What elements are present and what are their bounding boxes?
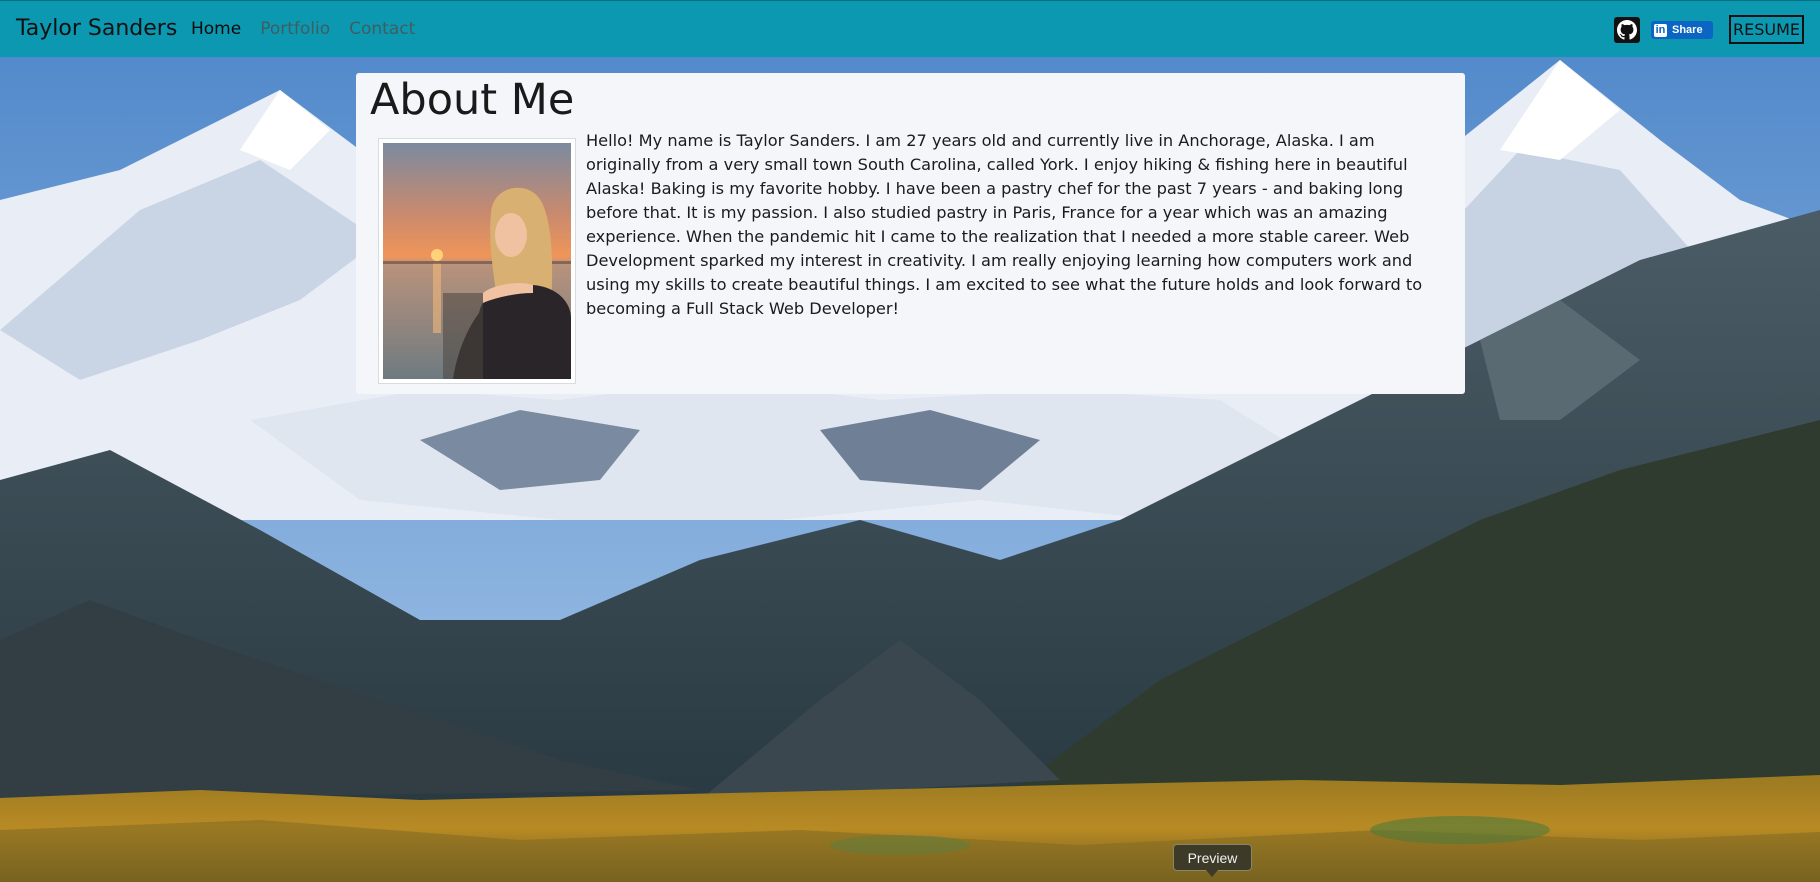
profile-photo-frame bbox=[378, 138, 576, 384]
preview-tooltip: Preview bbox=[1173, 844, 1252, 871]
linkedin-share-label: Share bbox=[1672, 24, 1703, 36]
resume-button[interactable]: RESUME bbox=[1729, 15, 1804, 44]
linkedin-icon: in bbox=[1654, 23, 1667, 37]
github-icon bbox=[1617, 20, 1637, 40]
about-card: About Me Hello! My name is Taylor Sander… bbox=[356, 73, 1465, 394]
top-navbar: Taylor Sanders Home Portfolio Contact in… bbox=[0, 0, 1820, 57]
preview-tooltip-arrow bbox=[1206, 870, 1218, 877]
profile-photo bbox=[383, 143, 571, 379]
nav-links: Home Portfolio Contact bbox=[191, 19, 415, 39]
nav-link-contact[interactable]: Contact bbox=[349, 19, 415, 39]
nav-link-portfolio[interactable]: Portfolio bbox=[260, 19, 330, 39]
page-title: About Me bbox=[370, 75, 575, 125]
nav-link-home[interactable]: Home bbox=[191, 19, 241, 39]
linkedin-share-button[interactable]: in Share bbox=[1651, 21, 1713, 39]
bio-text: Hello! My name is Taylor Sanders. I am 2… bbox=[586, 131, 1423, 318]
github-link[interactable] bbox=[1614, 17, 1640, 43]
brand-link[interactable]: Taylor Sanders bbox=[16, 16, 177, 41]
